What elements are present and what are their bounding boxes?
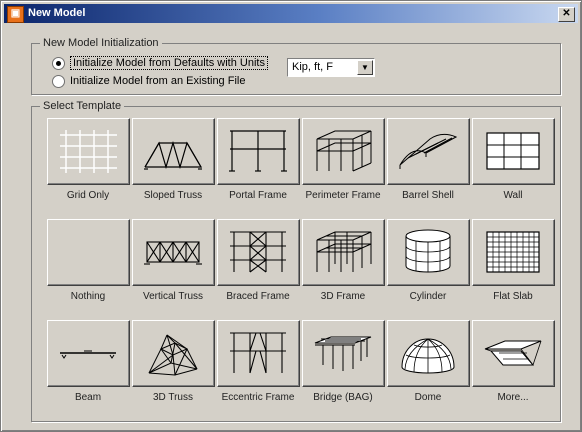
template-label: Portal Frame	[229, 190, 287, 201]
template-label: Beam	[74, 392, 102, 403]
title-bar[interactable]: ▣ New Model ✕	[4, 4, 578, 23]
3d-frame-icon	[316, 231, 372, 272]
template-dome[interactable]	[387, 320, 470, 387]
barrel-shell-icon	[399, 133, 458, 169]
template-label: Bridge (BAG)	[313, 392, 373, 403]
template-vertical-truss[interactable]	[132, 219, 215, 286]
vertical-truss-icon	[144, 241, 202, 265]
template-eccentric-frame[interactable]	[217, 320, 300, 387]
template-label: 3D Truss	[152, 392, 193, 403]
grid-icon	[60, 130, 117, 173]
3d-truss-icon	[148, 334, 198, 376]
window-title: New Model	[28, 7, 86, 19]
template-flat-slab[interactable]	[472, 219, 555, 286]
template-sloped-truss[interactable]	[132, 118, 215, 185]
perimeter-frame-icon	[316, 130, 372, 172]
template-label: Flat Slab	[493, 291, 533, 302]
template-label: Sloped Truss	[143, 190, 203, 201]
new-model-dialog: ▣ New Model ✕ New Model Initialization I…	[0, 0, 582, 432]
template-braced-frame[interactable]	[217, 219, 300, 286]
template-nothing[interactable]	[47, 219, 130, 286]
close-button[interactable]: ✕	[558, 7, 575, 22]
template-perimeter-frame[interactable]	[302, 118, 385, 185]
template-label: Wall	[503, 190, 523, 201]
template-label: Grid Only	[66, 190, 110, 201]
braced-frame-icon	[230, 231, 286, 273]
template-label: Eccentric Frame	[221, 392, 295, 403]
template-bridge[interactable]	[302, 320, 385, 387]
template-label: More...	[497, 392, 529, 403]
bridge-icon	[314, 336, 372, 371]
blank-icon	[56, 228, 121, 276]
portal-frame-icon	[229, 130, 287, 172]
dome-icon	[401, 338, 455, 374]
template-label: 3D Frame	[320, 291, 366, 302]
template-label: Cylinder	[409, 291, 447, 302]
units-dropdown[interactable]: Kip, ft, F ▼	[287, 58, 375, 77]
flat-slab-icon	[486, 231, 540, 273]
init-group-label: New Model Initialization	[40, 37, 162, 49]
chevron-down-icon[interactable]: ▼	[357, 60, 373, 75]
template-3d-truss[interactable]	[132, 320, 215, 387]
radio-defaults[interactable]	[52, 57, 65, 70]
template-barrel-shell[interactable]	[387, 118, 470, 185]
template-label: Vertical Truss	[142, 291, 204, 302]
eccentric-frame-icon	[230, 332, 286, 374]
template-label: Perimeter Frame	[305, 190, 381, 201]
cylinder-icon	[405, 229, 451, 273]
radio-existing-label[interactable]: Initialize Model from an Existing File	[70, 75, 245, 87]
beam-icon	[60, 350, 116, 359]
template-portal-frame[interactable]	[217, 118, 300, 185]
template-group-label: Select Template	[40, 100, 125, 112]
more-icon	[484, 340, 542, 366]
sloped-truss-icon	[144, 140, 203, 170]
template-beam[interactable]	[47, 320, 130, 387]
template-label: Braced Frame	[226, 291, 290, 302]
wall-icon	[486, 132, 540, 170]
app-icon: ▣	[7, 6, 24, 23]
template-wall[interactable]	[472, 118, 555, 185]
template-cylinder[interactable]	[387, 219, 470, 286]
template-more[interactable]	[472, 320, 555, 387]
radio-defaults-label[interactable]: Initialize Model from Defaults with Unit…	[70, 56, 268, 70]
radio-existing[interactable]	[52, 75, 65, 88]
template-label: Barrel Shell	[402, 190, 454, 201]
units-value: Kip, ft, F	[292, 61, 333, 73]
template-label: Dome	[414, 392, 442, 403]
template-grid-only[interactable]	[47, 118, 130, 185]
template-3d-frame[interactable]	[302, 219, 385, 286]
template-label: Nothing	[70, 291, 106, 302]
